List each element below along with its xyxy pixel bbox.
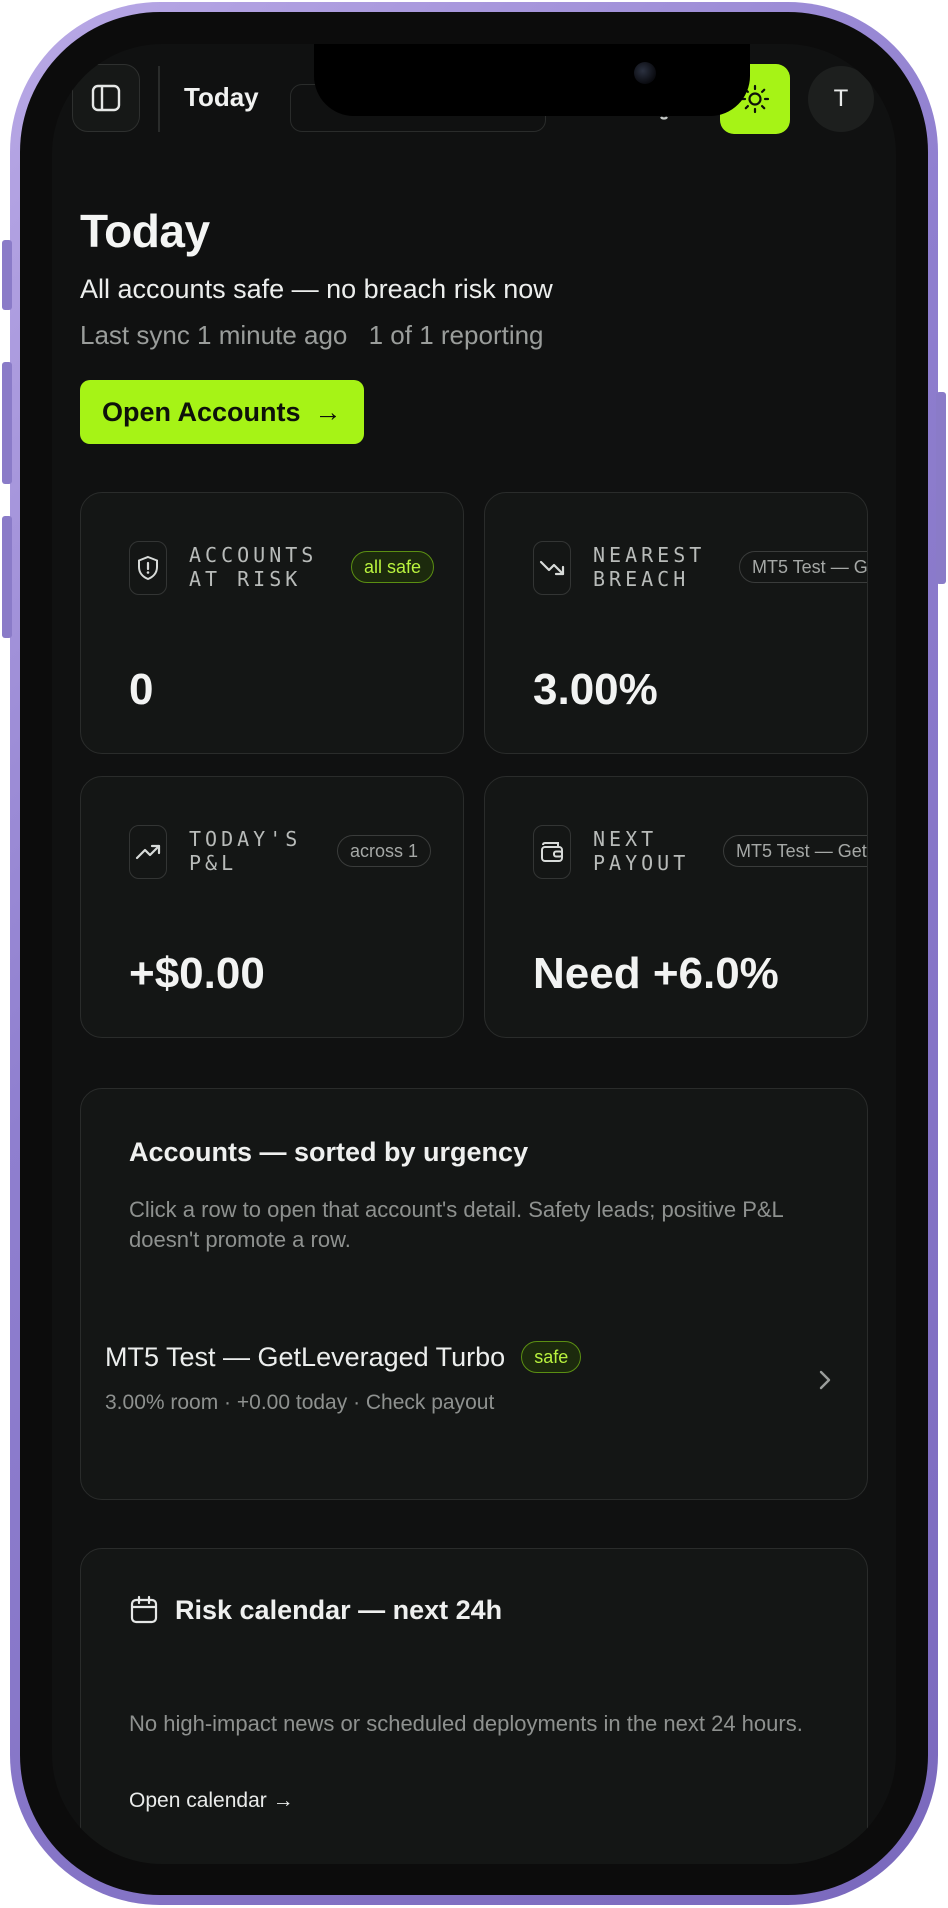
stat-value: Need +6.0%	[533, 949, 779, 998]
scope-badge: across 1	[337, 835, 432, 867]
chevron-right-icon	[819, 1370, 831, 1390]
risk-calendar-panel: Risk calendar — next 24h No high-impact …	[80, 1548, 868, 1864]
accounts-at-risk-card[interactable]: ACCOUNTS AT RISK all safe 0	[80, 492, 464, 754]
notch	[314, 44, 750, 116]
account-badge: MT5 Test — GetLeveraged Turbo	[723, 835, 867, 867]
phone-power-button	[936, 392, 946, 584]
open-calendar-link[interactable]: Open calendar →	[129, 1789, 294, 1813]
sync-status: Last sync 1 minute ago 1 of 1 reporting	[80, 320, 544, 351]
trending-up-icon	[129, 825, 167, 879]
arrow-right-icon: →	[314, 396, 342, 427]
panel-title: Risk calendar — next 24h	[175, 1595, 503, 1625]
open-accounts-label: Open Accounts	[102, 396, 301, 427]
wallet-icon	[533, 825, 571, 879]
calendar-icon	[130, 1595, 158, 1624]
phone-volume-down	[2, 516, 12, 638]
shield-icon	[129, 541, 167, 595]
account-badge: MT5 Test — GetLeveraged Turbo	[739, 551, 867, 583]
account-row[interactable]: MT5 Test — GetLeveraged Turbo safe 3.00%…	[83, 1325, 865, 1435]
stat-value: +$0.00	[129, 949, 265, 998]
header-divider	[158, 66, 160, 132]
panel-title: Accounts — sorted by urgency	[129, 1137, 529, 1167]
reporting-count: 1 of 1 reporting	[368, 320, 544, 350]
last-sync-text: Last sync 1 minute ago	[80, 320, 348, 350]
sidebar-icon	[91, 84, 121, 112]
stat-value: 3.00%	[533, 665, 658, 714]
account-meta: 3.00% room · +0.00 today · Check payout	[105, 1391, 495, 1414]
camera-icon	[634, 62, 656, 84]
app-screen: Today 3 T Today	[52, 44, 896, 1864]
stat-value: 0	[129, 665, 154, 714]
header-title: Today	[184, 82, 259, 112]
account-name-text: MT5 Test — GetLeveraged Turbo	[105, 1341, 506, 1372]
stat-label: NEAREST BREACH	[593, 543, 706, 591]
stat-label: NEXT PAYOUT	[593, 827, 690, 875]
next-payout-card[interactable]: NEXT PAYOUT MT5 Test — GetLeveraged Turb…	[484, 776, 868, 1038]
account-name: MT5 Test — GetLeveraged Turbo safe	[105, 1341, 582, 1373]
panel-description: Click a row to open that account's detai…	[129, 1197, 783, 1252]
nearest-breach-card[interactable]: NEAREST BREACH MT5 Test — GetLeveraged T…	[484, 492, 868, 754]
phone-volume-up	[2, 362, 12, 484]
stat-label: ACCOUNTS AT RISK	[189, 543, 318, 591]
trending-down-icon	[533, 541, 571, 595]
sidebar-toggle-button[interactable]	[72, 64, 140, 132]
status-badge: all safe	[351, 551, 435, 583]
calendar-message: No high-impact news or scheduled deploym…	[129, 1711, 803, 1736]
status-summary: All accounts safe — no breach risk now	[80, 274, 553, 304]
page-title: Today	[80, 205, 210, 257]
accounts-panel: Accounts — sorted by urgency Click a row…	[80, 1088, 868, 1500]
phone-side-button	[2, 240, 12, 310]
status-badge: safe	[521, 1341, 582, 1373]
stat-label: TODAY'S P&L	[189, 827, 302, 875]
user-avatar[interactable]: T	[808, 66, 874, 132]
todays-pnl-card[interactable]: TODAY'S P&L across 1 +$0.00	[80, 776, 464, 1038]
open-accounts-button[interactable]: Open Accounts →	[80, 380, 364, 444]
